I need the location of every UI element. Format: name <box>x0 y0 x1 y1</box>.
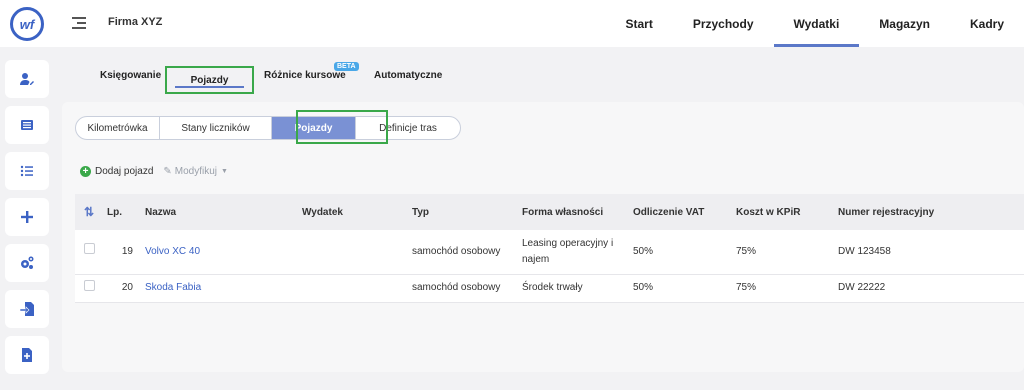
header-nazwa[interactable]: Nazwa <box>141 194 298 230</box>
content-panel: Kilometrówka Stany liczników Pojazdy Def… <box>62 102 1024 372</box>
header-wydatek[interactable]: Wydatek <box>298 194 408 230</box>
nav-przychody[interactable]: Przychody <box>673 0 774 47</box>
cell-vat: 50% <box>633 282 654 293</box>
add-vehicle-button[interactable]: + Dodaj pojazd <box>80 166 153 177</box>
row-checkbox[interactable] <box>83 243 95 255</box>
pill-highlight-box <box>296 110 388 144</box>
nav-magazyn[interactable]: Magazyn <box>859 0 950 47</box>
header-nr[interactable]: Numer rejestracyjny <box>834 194 1024 230</box>
tab-automatyczne[interactable]: Automatyczne <box>374 70 442 81</box>
settings-gears-icon[interactable] <box>5 244 49 282</box>
nav-wydatki[interactable]: Wydatki <box>773 0 860 47</box>
tab-roznice-kursowe[interactable]: Różnice kursowe <box>264 70 346 81</box>
view-switcher: Kilometrówka Stany liczników Pojazdy Def… <box>75 116 461 140</box>
toolbar: + Dodaj pojazd ✎ Modyfikuj ▼ <box>80 166 228 177</box>
table-row[interactable]: 20 Skoda Fabia samochód osobowy Środek t… <box>75 274 1024 302</box>
cell-nazwa[interactable]: Volvo XC 40 <box>141 230 298 274</box>
user-edit-icon[interactable] <box>5 60 49 98</box>
nav-start[interactable]: Start <box>605 0 672 47</box>
bullet-list-icon[interactable] <box>5 152 49 190</box>
cell-wydatek <box>298 274 408 302</box>
cell-nr: DW 123458 <box>838 245 891 257</box>
vehicles-table: ⇅ Lp. Nazwa Wydatek Typ Forma własności … <box>75 194 1024 303</box>
add-circle-icon: + <box>80 166 91 177</box>
cell-lp: 19 <box>121 245 133 257</box>
document-list-icon[interactable] <box>5 106 49 144</box>
active-tab-underline <box>175 86 244 88</box>
plus-icon[interactable] <box>5 198 49 236</box>
add-vehicle-label: Dodaj pojazd <box>95 166 154 177</box>
cell-vat: 50% <box>633 245 654 257</box>
table-row[interactable]: 19 Volvo XC 40 samochód osobowy Leasing … <box>75 230 1024 274</box>
modify-button[interactable]: ✎ Modyfikuj ▼ <box>163 166 228 177</box>
cell-forma: Środek trwały <box>522 282 583 293</box>
tab-pojazdy-label: Pojazdy <box>190 74 229 86</box>
row-checkbox[interactable] <box>83 279 95 291</box>
cell-typ: samochód osobowy <box>412 245 501 257</box>
header-kpir[interactable]: Koszt w KPiR <box>732 194 834 230</box>
beta-badge: BETA <box>334 62 359 71</box>
cell-nr: DW 22222 <box>838 282 886 293</box>
edit-icon: ✎ <box>163 166 172 177</box>
cell-lp: 20 <box>121 282 133 293</box>
company-name[interactable]: Firma XYZ <box>108 16 162 28</box>
refresh-icon[interactable]: ⇅ <box>84 205 94 219</box>
tab-pojazdy[interactable]: Pojazdy <box>165 66 254 94</box>
chevron-down-icon: ▼ <box>221 168 228 175</box>
nav-kadry[interactable]: Kadry <box>950 0 1024 47</box>
header-lp[interactable]: Lp. <box>103 194 141 230</box>
logo-text: wf <box>19 16 35 32</box>
cell-forma: Leasing operacyjny i najem <box>522 237 614 265</box>
import-icon[interactable] <box>5 290 49 328</box>
cell-typ: samochód osobowy <box>412 282 501 293</box>
pill-kilometrowka[interactable]: Kilometrówka <box>76 117 160 139</box>
header-forma[interactable]: Forma własności <box>518 194 629 230</box>
header-typ[interactable]: Typ <box>408 194 518 230</box>
modify-label: Modyfikuj <box>174 166 218 177</box>
top-bar: wf Firma XYZ Start Przychody Wydatki Mag… <box>0 0 1024 47</box>
header-vat[interactable]: Odliczenie VAT <box>629 194 732 230</box>
menu-toggle-icon[interactable] <box>72 14 86 30</box>
sidebar <box>5 60 49 382</box>
tab-ksiegowanie[interactable]: Księgowanie <box>100 70 161 81</box>
cell-kpir: 75% <box>736 282 757 293</box>
add-document-icon[interactable] <box>5 336 49 374</box>
table-header-row: ⇅ Lp. Nazwa Wydatek Typ Forma własności … <box>75 194 1024 230</box>
main-nav: Start Przychody Wydatki Magazyn Kadry <box>605 0 1024 47</box>
pill-stany-licznikow[interactable]: Stany liczników <box>160 117 272 139</box>
app-logo[interactable]: wf <box>10 7 44 41</box>
cell-nazwa[interactable]: Skoda Fabia <box>141 274 298 302</box>
cell-wydatek <box>298 230 408 274</box>
cell-kpir: 75% <box>736 245 757 257</box>
